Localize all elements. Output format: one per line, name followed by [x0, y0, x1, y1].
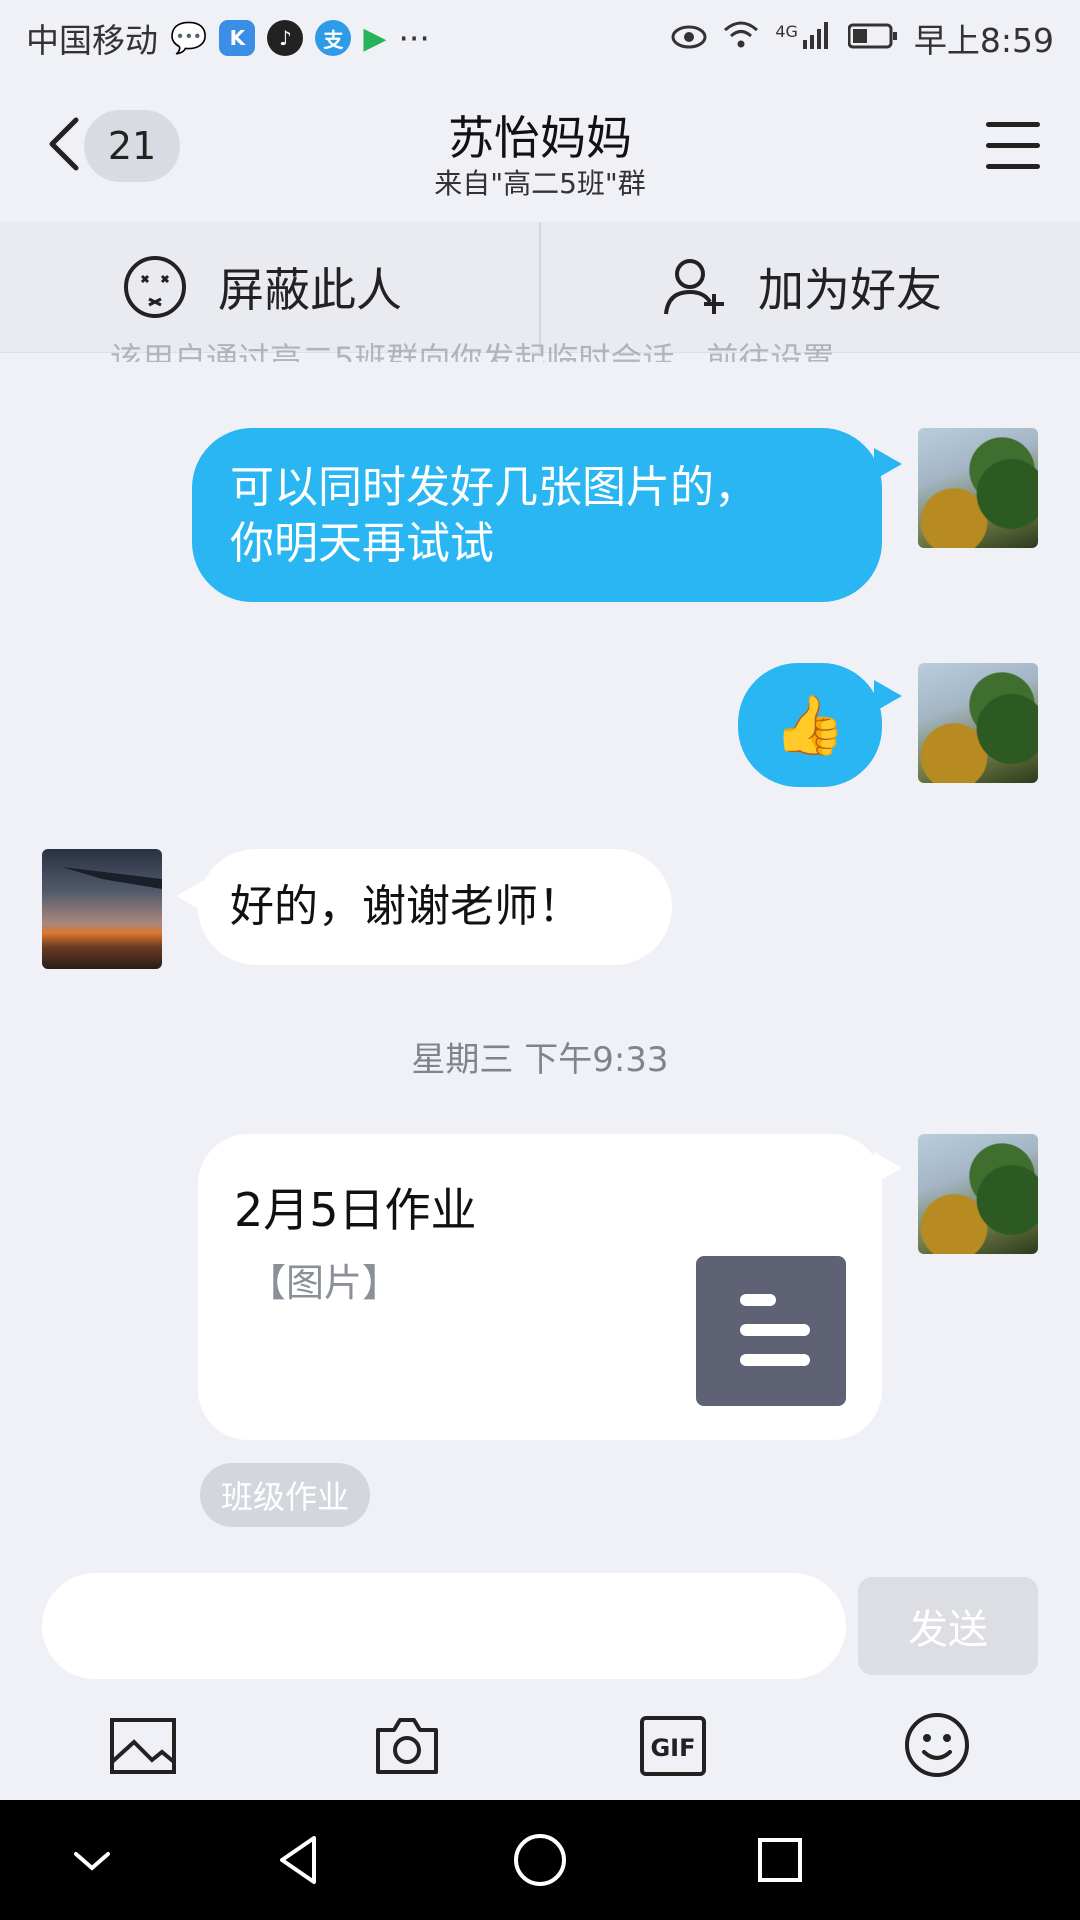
- doc-line: [740, 1354, 810, 1366]
- contact-avatar[interactable]: [42, 849, 162, 969]
- message-timestamp: 星期三 下午9:33: [411, 1040, 669, 1080]
- more-notifications: ···: [398, 18, 430, 58]
- block-user-label: 屏蔽此人: [218, 263, 402, 317]
- message-bubble[interactable]: 可以同时发好几张图片的， 你明天再试试: [192, 428, 882, 602]
- network-label: 4G: [775, 21, 798, 41]
- dizzy-face-icon: [124, 256, 186, 318]
- my-avatar[interactable]: [918, 1134, 1038, 1254]
- clock-label: 早上8:59: [913, 21, 1054, 60]
- add-friend-label: 加为好友: [758, 263, 942, 317]
- chat-title: 苏怡妈妈: [448, 111, 632, 165]
- carrier-label: 中国移动: [26, 21, 158, 60]
- bubble-tail: [176, 880, 204, 912]
- recents-nav-icon[interactable]: [748, 1828, 812, 1892]
- input-toolbar: GIF: [0, 1690, 1080, 1800]
- card-title: 2月5日作业: [234, 1183, 477, 1237]
- camera-icon[interactable]: [372, 1710, 442, 1780]
- wifi-icon: [723, 19, 759, 58]
- bubble-tail: [874, 448, 902, 480]
- doc-line: [740, 1294, 776, 1306]
- status-left: 中国移动 💬 K ♪ 支 ▶ ···: [26, 14, 430, 62]
- chat-header: 21 苏怡妈妈 来自"高二5班"群: [0, 72, 1080, 222]
- message-text: 好的，谢谢老师！: [230, 881, 582, 932]
- gif-icon[interactable]: GIF: [638, 1710, 708, 1780]
- homework-card[interactable]: 2月5日作业 【图片】: [198, 1134, 882, 1440]
- bubble-tail: [874, 680, 902, 712]
- menu-line: [986, 143, 1040, 148]
- bubble-tail: [874, 1152, 902, 1184]
- image-icon[interactable]: [108, 1710, 178, 1780]
- app-k-icon: K: [219, 20, 256, 56]
- doc-line: [740, 1324, 810, 1336]
- airplane-wing-icon: [62, 867, 162, 889]
- add-friend-button[interactable]: 加为好友: [662, 222, 942, 352]
- menu-line: [986, 122, 1040, 127]
- back-nav-icon[interactable]: [268, 1828, 332, 1892]
- message-input[interactable]: [42, 1573, 846, 1679]
- block-user-button[interactable]: 屏蔽此人: [122, 222, 402, 352]
- homework-tag[interactable]: 班级作业: [200, 1463, 370, 1527]
- app-pay-icon: 支: [315, 20, 352, 56]
- message-text-line: 可以同时发好几张图片的，: [230, 462, 758, 513]
- status-bar: 中国移动 💬 K ♪ 支 ▶ ··· 4G 早上8:59: [0, 0, 1080, 72]
- add-user-icon: [664, 259, 724, 315]
- svg-text:GIF: GIF: [650, 1734, 695, 1762]
- message-bubble[interactable]: 👍: [738, 663, 882, 787]
- message-text-line: 你明天再试试: [230, 518, 494, 569]
- menu-button[interactable]: [986, 122, 1040, 170]
- home-nav-icon[interactable]: [508, 1828, 572, 1892]
- chat-bubble-icon: 💬: [170, 20, 208, 56]
- battery-icon: [847, 19, 898, 58]
- message-bubble[interactable]: 好的，谢谢老师！: [198, 849, 672, 965]
- send-button[interactable]: 发送: [858, 1577, 1038, 1675]
- thumbs-up-icon: 👍: [773, 691, 847, 759]
- chat-subtitle: 来自"高二5班"群: [434, 167, 646, 200]
- eye-icon: [671, 19, 707, 58]
- signal-icon: [802, 19, 832, 58]
- my-avatar[interactable]: [918, 663, 1038, 783]
- emoji-icon[interactable]: [902, 1710, 972, 1780]
- temporary-session-notice: 该用户通过高二5班群向你发起临时会话，前往设置。: [110, 340, 867, 362]
- action-divider: [539, 222, 541, 352]
- menu-line: [986, 164, 1040, 169]
- system-nav-bar: [0, 1800, 1080, 1920]
- document-icon: [696, 1256, 846, 1406]
- my-avatar[interactable]: [918, 428, 1038, 548]
- chevron-down-icon[interactable]: [60, 1828, 124, 1892]
- status-right: 4G 早上8:59: [671, 14, 1054, 62]
- play-icon: ▶: [363, 20, 387, 56]
- card-subtitle: 【图片】: [248, 1261, 401, 1305]
- tiktok-icon: ♪: [267, 20, 304, 56]
